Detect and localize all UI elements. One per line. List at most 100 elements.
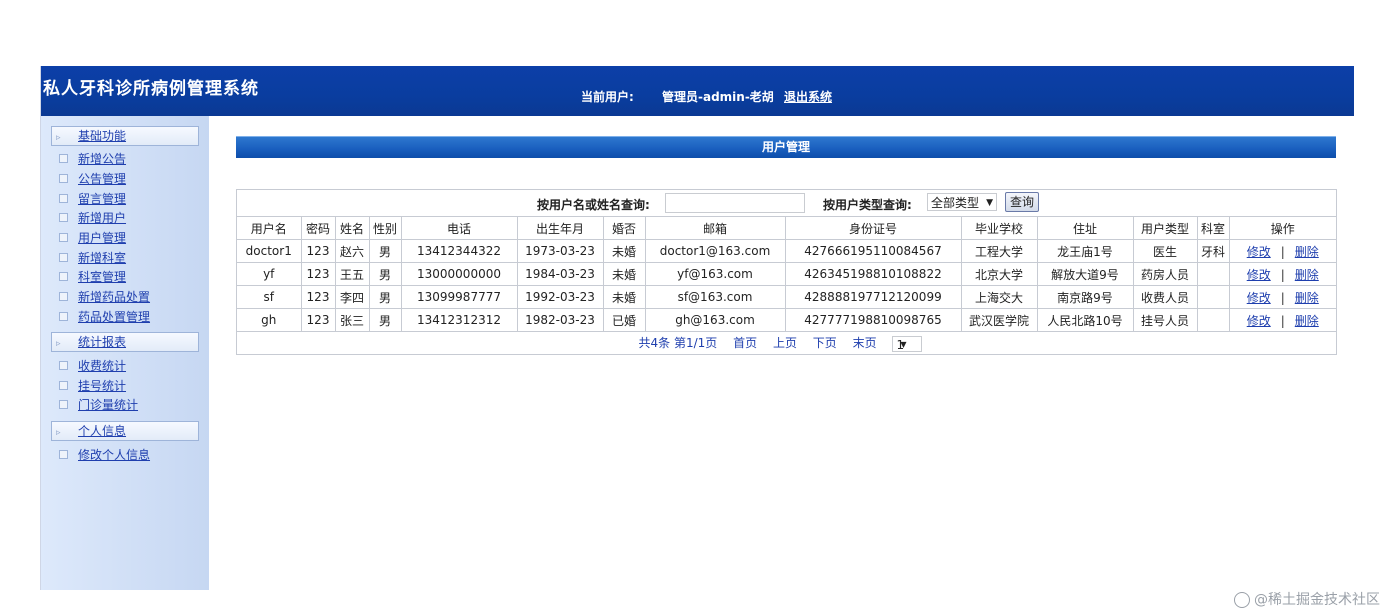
bullet-icon [59,292,68,301]
sidebar-item-label[interactable]: 留言管理 [78,192,126,206]
sidebar-section-profile[interactable]: ▹ 个人信息 [51,421,199,441]
panel-title: 用户管理 [236,136,1336,158]
sidebar-item-register-stats[interactable]: 挂号统计 [59,377,126,395]
table-cell: 13412344322 [400,239,518,263]
table-cell: 医生 [1132,239,1198,263]
delete-link[interactable]: 删除 [1295,245,1319,259]
column-header: 科室 [1196,217,1230,240]
sidebar-item-user-manage[interactable]: 用户管理 [59,229,126,247]
bullet-icon [59,213,68,222]
sidebar-section-basic[interactable]: ▹ 基础功能 [51,126,199,146]
table-cell: 收费人员 [1132,285,1198,309]
table-cell: 工程大学 [960,239,1038,263]
table-cell: 123 [300,239,336,263]
sidebar-item-label[interactable]: 收费统计 [78,359,126,373]
sidebar-section-label[interactable]: 个人信息 [78,424,126,438]
sidebar-section-label[interactable]: 基础功能 [78,129,126,143]
table-cell: 龙王庙1号 [1036,239,1134,263]
sidebar-item-fee-stats[interactable]: 收费统计 [59,357,126,375]
sidebar-item-department-manage[interactable]: 科室管理 [59,268,126,286]
sidebar-item-add-notice[interactable]: 新增公告 [59,150,126,168]
sidebar-item-label[interactable]: 修改个人信息 [78,448,150,462]
sidebar-item-label[interactable]: 新增药品处置 [78,290,150,304]
column-header: 性别 [368,217,402,240]
row-actions: 修改 | 删除 [1228,239,1336,263]
column-header: 出生年月 [516,217,604,240]
page-select[interactable]: 1 ▼ [892,335,923,352]
name-search-label: 按用户名或姓名查询: [537,198,650,212]
user-table-panel: 按用户名或姓名查询: 按用户类型查询: 全部类型 ▼ 查询 用户名 密码 姓名 [236,189,1337,355]
edit-link[interactable]: 修改 [1247,268,1271,282]
pager-last[interactable]: 末页 [853,336,877,350]
pager: 共4条 第1/1页 首页 上页 下页 末页 1 ▼ [237,332,1336,354]
table-cell: 男 [368,285,402,309]
bullet-icon [59,400,68,409]
pager-first[interactable]: 首页 [733,336,757,350]
section-arrow-icon: ▹ [56,428,61,438]
sidebar-item-label[interactable]: 公告管理 [78,172,126,186]
table-cell: sf@163.com [644,285,786,309]
edit-link[interactable]: 修改 [1247,291,1271,305]
table-cell [1196,285,1230,309]
delete-link[interactable]: 删除 [1295,291,1319,305]
pager-next[interactable]: 下页 [813,336,837,350]
sidebar-section-label[interactable]: 统计报表 [78,335,126,349]
table-cell: 药房人员 [1132,262,1198,286]
delete-link[interactable]: 删除 [1295,268,1319,282]
sidebar-item-label[interactable]: 新增用户 [78,211,126,225]
table-row: sf 123 李四男 13099987777 1992-03-23 未婚 sf@163.co… [237,285,1336,309]
sidebar-item-label[interactable]: 新增科室 [78,251,126,265]
search-button[interactable]: 查询 [1005,192,1040,212]
sidebar-item-label[interactable]: 挂号统计 [78,379,126,393]
table-cell: 1982-03-23 [516,308,604,332]
sidebar-item-message-manage[interactable]: 留言管理 [59,190,126,208]
table-header-row: 用户名 密码 姓名 性别 电话 出生年月 婚否 邮箱 身份证号 毕业学校 住址 … [237,217,1336,240]
user-type-select[interactable]: 全部类型 ▼ [927,193,997,211]
table-cell: 张三 [334,308,370,332]
sidebar-item-label[interactable]: 门诊量统计 [78,398,138,412]
section-arrow-icon: ▹ [56,133,61,143]
sidebar-item-label[interactable]: 用户管理 [78,231,126,245]
dropdown-arrow-icon: ▼ [986,198,993,208]
sidebar-item-add-department[interactable]: 新增科室 [59,249,126,267]
action-separator: | [1280,267,1285,282]
column-header: 婚否 [602,217,646,240]
table-cell: sf [237,285,302,309]
delete-link[interactable]: 删除 [1295,314,1319,328]
sidebar-item-visit-stats[interactable]: 门诊量统计 [59,396,138,414]
row-actions: 修改 | 删除 [1228,262,1336,286]
sidebar-section-reports[interactable]: ▹ 统计报表 [51,332,199,352]
sidebar-item-drug-manage[interactable]: 药品处置管理 [59,308,150,326]
sidebar-item-label[interactable]: 药品处置管理 [78,310,150,324]
table-cell: 123 [300,285,336,309]
table-cell: 未婚 [602,239,646,263]
table-cell: 牙科 [1196,239,1230,263]
table-cell: 13412312312 [400,308,518,332]
column-header: 住址 [1036,217,1134,240]
type-search-label: 按用户类型查询: [823,198,912,212]
table-row: doctor1 123 赵六男 13412344322 1973-03-23 未婚 doct… [237,239,1336,263]
sidebar-item-notice-manage[interactable]: 公告管理 [59,170,126,188]
edit-link[interactable]: 修改 [1247,245,1271,259]
column-header: 毕业学校 [960,217,1038,240]
bullet-icon [59,194,68,203]
table-cell: 已婚 [602,308,646,332]
bullet-icon [59,154,68,163]
table-cell: 1992-03-23 [516,285,604,309]
table-cell: 王五 [334,262,370,286]
sidebar-item-edit-profile[interactable]: 修改个人信息 [59,446,150,464]
table-cell: 未婚 [602,262,646,286]
table-row: gh 123 张三男 13412312312 1982-03-23 已婚 gh@163.co… [237,308,1336,332]
pager-prev[interactable]: 上页 [773,336,797,350]
sidebar-item-add-user[interactable]: 新增用户 [59,209,126,227]
column-header: 身份证号 [784,217,962,240]
app-title: 私人牙科诊所病例管理系统 [43,79,259,99]
name-search-input[interactable] [665,193,805,213]
table-cell: doctor1 [237,239,302,263]
sidebar-item-label[interactable]: 科室管理 [78,270,126,284]
sidebar-item-label[interactable]: 新增公告 [78,152,126,166]
column-header: 邮箱 [644,217,786,240]
logout-link[interactable]: 退出系统 [784,90,832,104]
sidebar-item-add-drug[interactable]: 新增药品处置 [59,288,150,306]
edit-link[interactable]: 修改 [1247,314,1271,328]
